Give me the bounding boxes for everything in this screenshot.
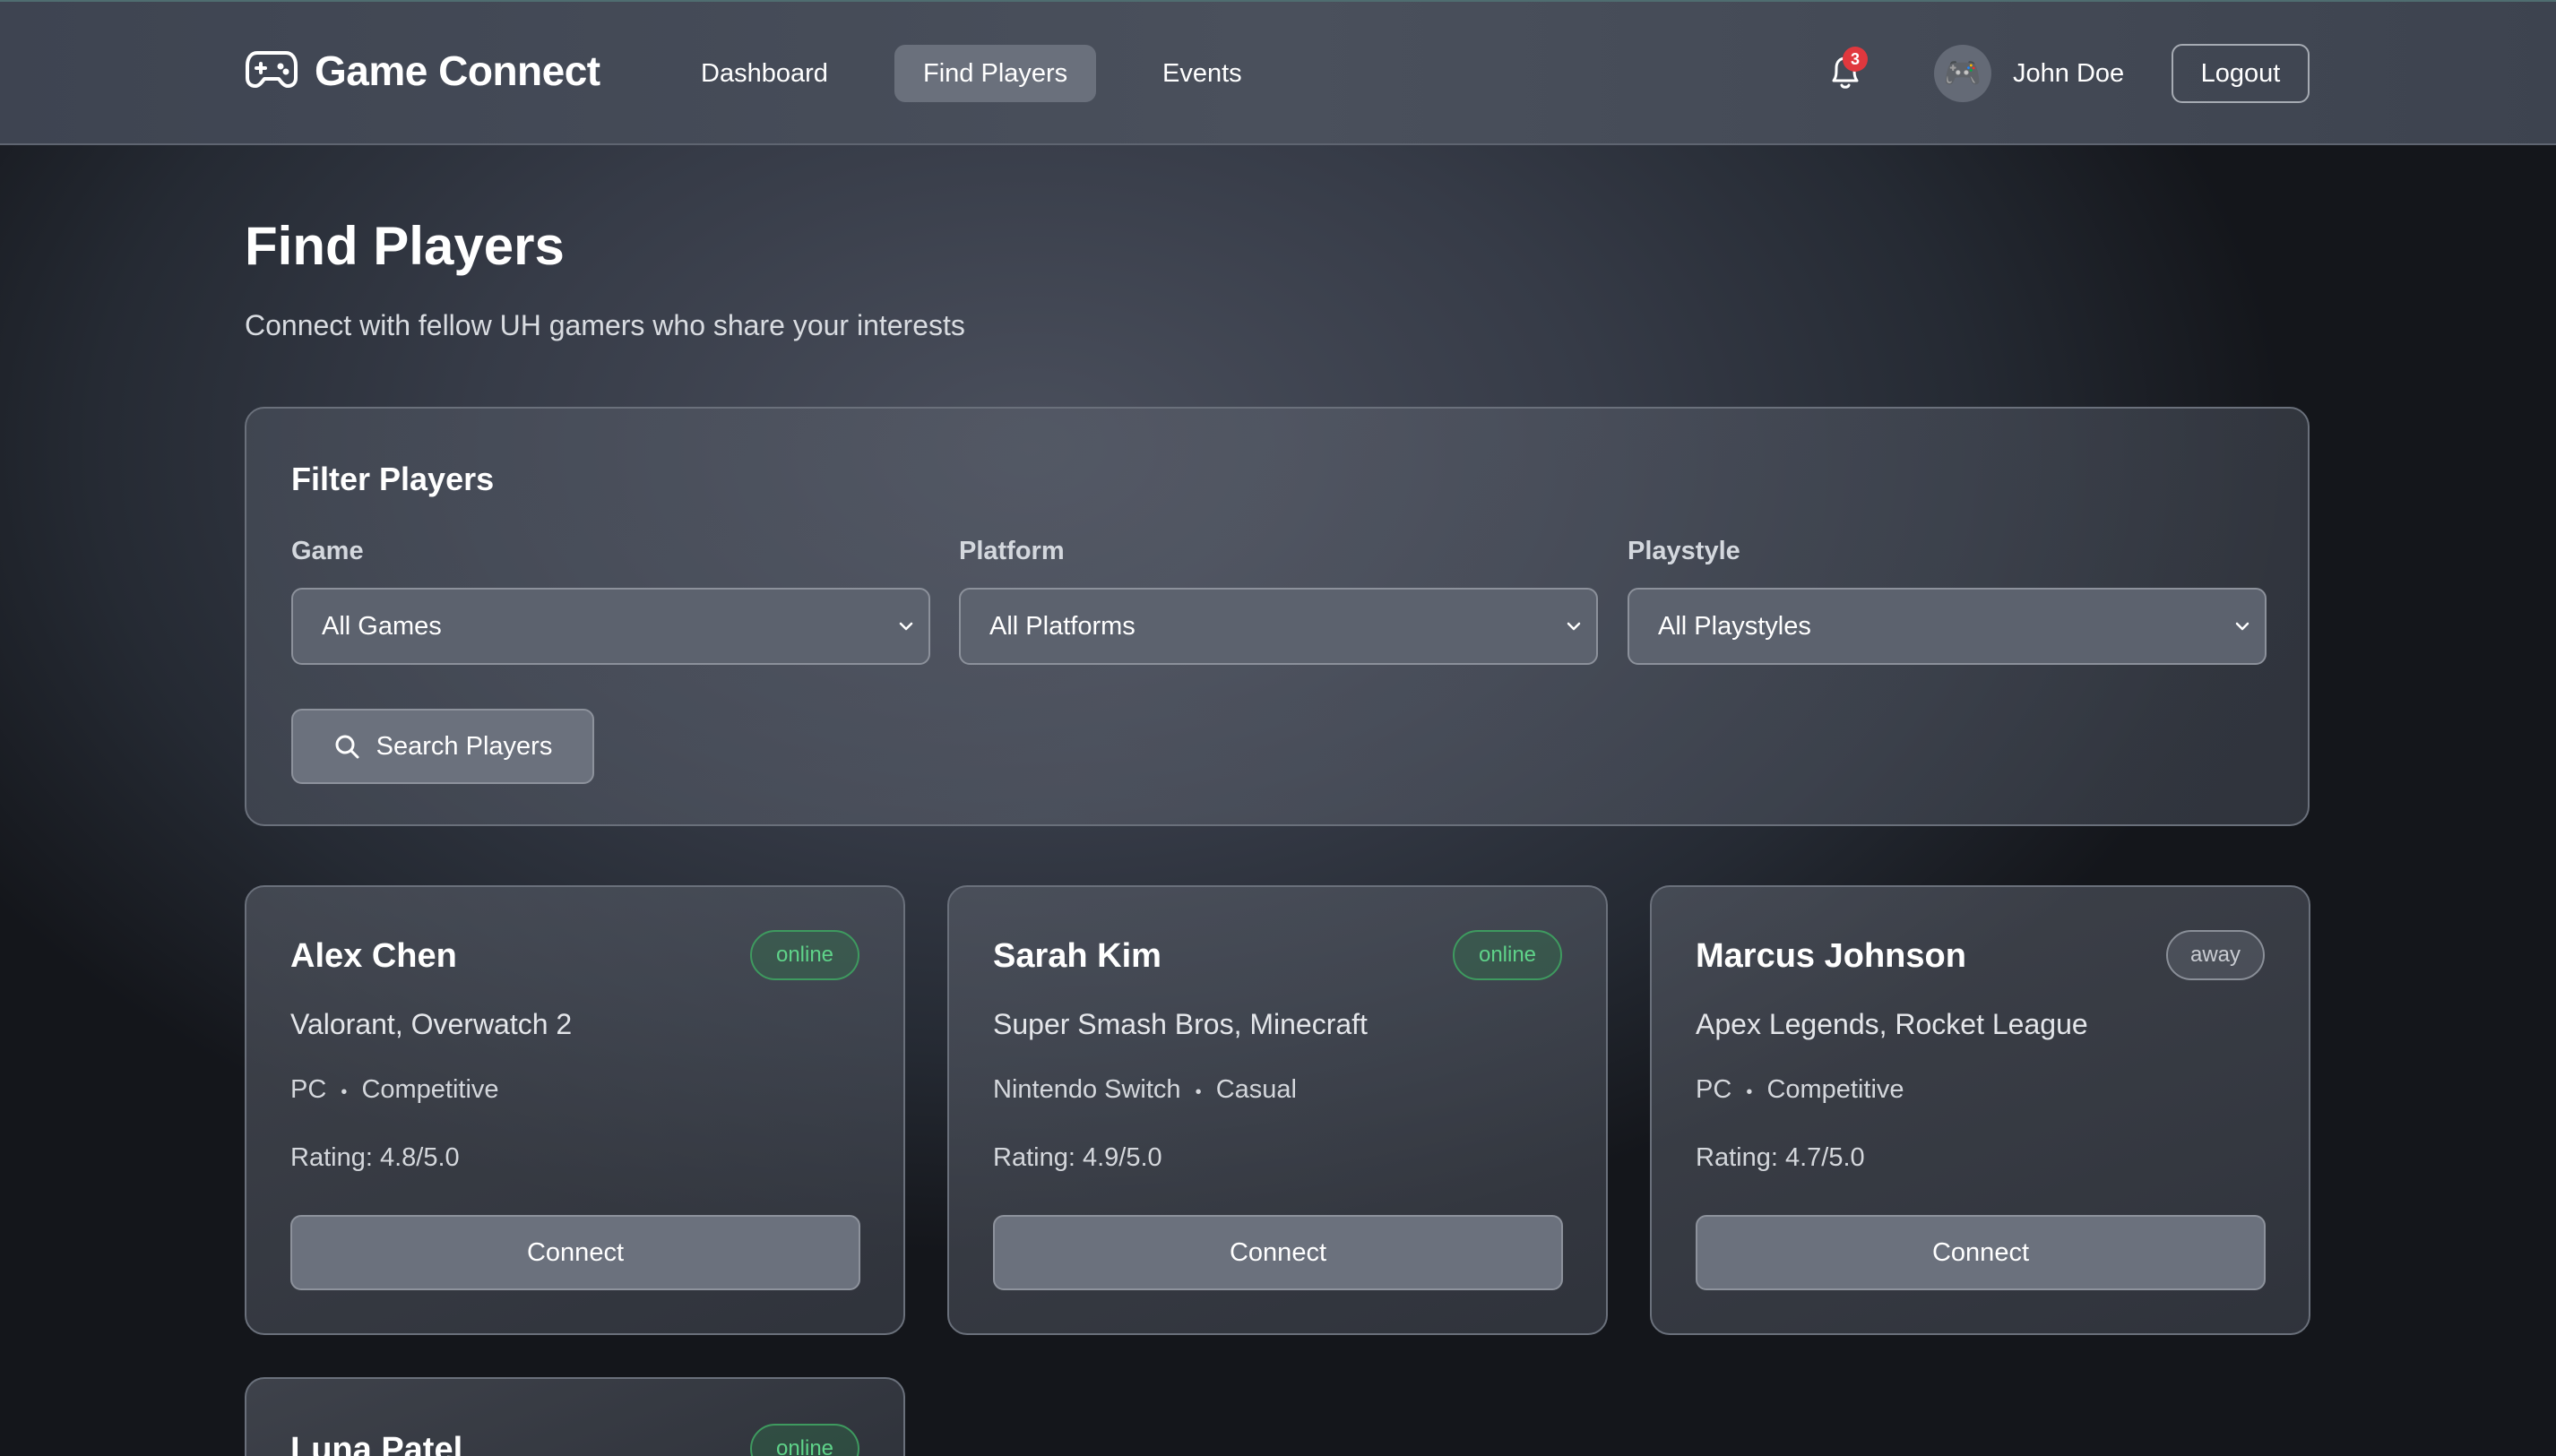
page-subtitle: Connect with fellow UH gamers who share … xyxy=(245,309,965,341)
search-players-label: Search Players xyxy=(376,731,553,761)
chevron-down-icon xyxy=(899,622,913,631)
game-select-value: All Games xyxy=(322,612,442,641)
player-card: Alex Chen online Valorant, Overwatch 2 P… xyxy=(245,885,905,1335)
player-name: Alex Chen xyxy=(290,937,457,975)
brand-name: Game Connect xyxy=(315,47,600,94)
connect-button[interactable]: Connect xyxy=(290,1215,860,1290)
game-filter-label: Game xyxy=(291,537,364,565)
nav-find-players[interactable]: Find Players xyxy=(894,45,1097,102)
status-badge: online xyxy=(750,930,859,980)
meta-separator: • xyxy=(1746,1082,1753,1102)
nav-dashboard[interactable]: Dashboard xyxy=(672,45,857,102)
player-platform: PC xyxy=(1696,1075,1732,1104)
player-card: Marcus Johnson away Apex Legends, Rocket… xyxy=(1650,885,2310,1335)
status-badge: away xyxy=(2166,930,2265,980)
player-name: Luna Patel xyxy=(290,1431,463,1456)
chevron-down-icon xyxy=(1567,622,1581,631)
filter-panel: Filter Players Game Platform Playstyle A… xyxy=(245,407,2310,826)
filter-title: Filter Players xyxy=(291,461,495,497)
player-card: Sarah Kim online Super Smash Bros, Minec… xyxy=(947,885,1608,1335)
platform-select[interactable]: All Platforms xyxy=(959,588,1598,665)
notification-badge: 3 xyxy=(1843,47,1868,72)
player-card: Luna Patel online xyxy=(245,1377,905,1456)
meta-separator: • xyxy=(341,1082,348,1102)
player-games: Valorant, Overwatch 2 xyxy=(290,1008,573,1040)
player-games: Super Smash Bros, Minecraft xyxy=(993,1008,1368,1040)
chevron-down-icon xyxy=(2235,622,2249,631)
search-players-button[interactable]: Search Players xyxy=(291,709,594,784)
player-name: Sarah Kim xyxy=(993,937,1161,975)
player-platform: PC xyxy=(290,1075,327,1104)
platform-filter-label: Platform xyxy=(959,537,1065,565)
status-badge: online xyxy=(750,1424,859,1456)
page-title: Find Players xyxy=(245,216,565,276)
player-meta: Nintendo Switch • Casual xyxy=(993,1075,1297,1105)
player-rating: Rating: 4.8/5.0 xyxy=(290,1143,460,1172)
username[interactable]: John Doe xyxy=(2013,45,2124,102)
logout-button[interactable]: Logout xyxy=(2172,44,2310,103)
avatar[interactable]: 🎮 xyxy=(1934,45,1991,102)
player-playstyle: Casual xyxy=(1215,1075,1297,1104)
player-rating: Rating: 4.7/5.0 xyxy=(1696,1143,1865,1172)
playstyle-filter-label: Playstyle xyxy=(1628,537,1740,565)
player-name: Marcus Johnson xyxy=(1696,937,1966,975)
nav-events[interactable]: Events xyxy=(1134,45,1271,102)
player-meta: PC • Competitive xyxy=(290,1075,499,1105)
status-badge: online xyxy=(1453,930,1562,980)
game-select[interactable]: All Games xyxy=(291,588,930,665)
top-navbar: Game Connect Dashboard Find Players Even… xyxy=(0,0,2556,145)
brand[interactable]: Game Connect xyxy=(245,47,600,95)
connect-button[interactable]: Connect xyxy=(993,1215,1563,1290)
player-platform: Nintendo Switch xyxy=(993,1075,1181,1104)
player-meta: PC • Competitive xyxy=(1696,1075,1904,1105)
search-icon xyxy=(335,735,359,759)
meta-separator: • xyxy=(1195,1082,1202,1102)
gamepad-icon xyxy=(245,49,298,93)
playstyle-select-value: All Playstyles xyxy=(1658,612,1811,641)
player-rating: Rating: 4.9/5.0 xyxy=(993,1143,1162,1172)
playstyle-select[interactable]: All Playstyles xyxy=(1628,588,2267,665)
player-playstyle: Competitive xyxy=(361,1075,499,1104)
player-playstyle: Competitive xyxy=(1766,1075,1904,1104)
platform-select-value: All Platforms xyxy=(989,612,1136,641)
player-games: Apex Legends, Rocket League xyxy=(1696,1008,2088,1040)
connect-button[interactable]: Connect xyxy=(1696,1215,2266,1290)
